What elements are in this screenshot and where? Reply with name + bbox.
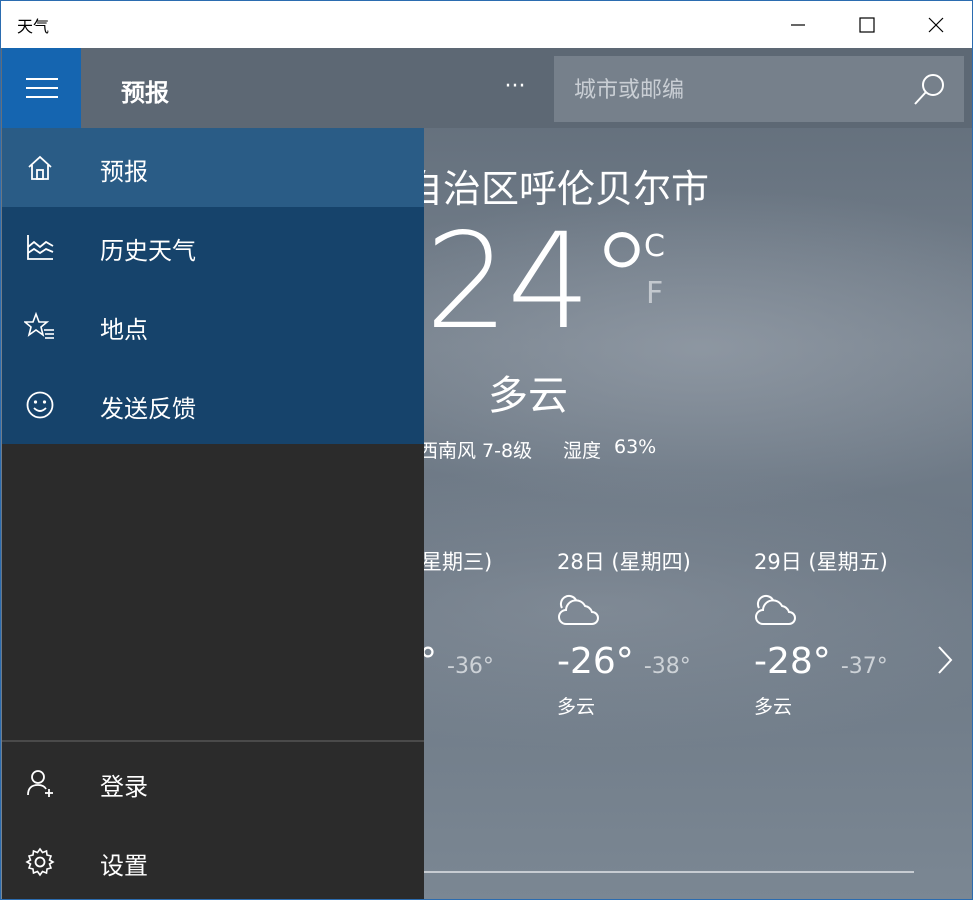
add-user-icon [27, 770, 53, 797]
nav-item-send-feedback[interactable]: 发送反馈 [2, 365, 424, 444]
sign-in-button[interactable]: 登录 [2, 743, 424, 822]
nav-item-label: 设置 [100, 852, 148, 880]
nav-item-label: 历史天气 [100, 237, 196, 265]
forecast-high: -28° [754, 641, 831, 682]
celsius-toggle[interactable]: C [644, 229, 665, 264]
humidity-label: 湿度 [563, 440, 602, 462]
wind-info: 西南风 7-8级 [419, 440, 533, 462]
window-title: 天气 [17, 17, 50, 36]
navigation-pane: 预报 历史天气 地点 发送反馈 登录 设置 [2, 128, 424, 899]
smiley-icon [26, 391, 54, 419]
nav-item-forecast[interactable]: 预报 [2, 128, 424, 207]
close-button[interactable] [902, 1, 970, 48]
nav-item-label: 预报 [100, 158, 148, 186]
nav-item-places[interactable]: 地点 [2, 286, 424, 365]
gear-icon [25, 847, 55, 877]
title-bar: 天气 [1, 1, 972, 48]
forecast-date: 28日 (星期四) [557, 550, 691, 574]
fahrenheit-toggle[interactable]: F [646, 276, 663, 311]
forecast-high: -26° [557, 641, 634, 682]
forecast-low: -38° [643, 654, 691, 679]
forecast-day[interactable]: 星期三) ° -36° [419, 546, 494, 682]
page-title: 预报 [121, 79, 169, 107]
forecast-date: 29日 (星期五) [754, 550, 888, 574]
nav-menu: 预报 历史天气 地点 发送反馈 [2, 128, 424, 444]
search-button[interactable] [906, 66, 954, 112]
forecast-day[interactable]: 29日 (星期五) -28° -37° 多云 [754, 546, 888, 718]
home-icon [28, 155, 52, 180]
search-icon [914, 74, 944, 105]
forecast-low: -36° [447, 654, 494, 679]
history-chart-icon [27, 235, 54, 260]
forecast-date: 星期三) [421, 550, 493, 574]
cloud-icon [557, 594, 601, 632]
current-temperature: 24° [425, 205, 655, 359]
hamburger-icon [25, 78, 58, 98]
minimize-button[interactable] [764, 1, 832, 48]
nav-item-label: 登录 [100, 773, 148, 801]
more-options-button[interactable]: ··· [493, 67, 537, 111]
forecast-condition: 多云 [754, 696, 793, 718]
divider [424, 871, 914, 873]
search-input[interactable] [572, 74, 896, 106]
nav-item-label: 发送反馈 [100, 395, 196, 423]
maximize-button[interactable] [833, 1, 901, 48]
weather-app-window: 天气 预报 ··· 自治区呼伦贝尔市 24° C F 多云 西南风 7-8级 湿… [0, 0, 973, 900]
nav-item-historical-weather[interactable]: 历史天气 [2, 207, 424, 286]
current-condition: 多云 [488, 373, 568, 419]
hamburger-menu-button[interactable] [2, 48, 81, 128]
nav-item-label: 地点 [100, 316, 148, 344]
close-icon [928, 17, 944, 32]
favorites-star-icon [24, 311, 54, 339]
nav-divider [2, 740, 424, 742]
forecast-condition: 多云 [557, 696, 596, 718]
maximize-icon [859, 16, 875, 33]
chevron-right-icon [938, 646, 953, 674]
cloud-icon [754, 594, 798, 632]
forecast-low: -37° [840, 654, 888, 679]
settings-button[interactable]: 设置 [2, 822, 424, 899]
humidity-value: 63% [614, 436, 657, 458]
search-box [554, 56, 964, 122]
minimize-icon [791, 23, 805, 26]
next-forecast-button[interactable] [931, 641, 959, 679]
forecast-day[interactable]: 28日 (星期四) -26° -38° 多云 [557, 546, 691, 718]
